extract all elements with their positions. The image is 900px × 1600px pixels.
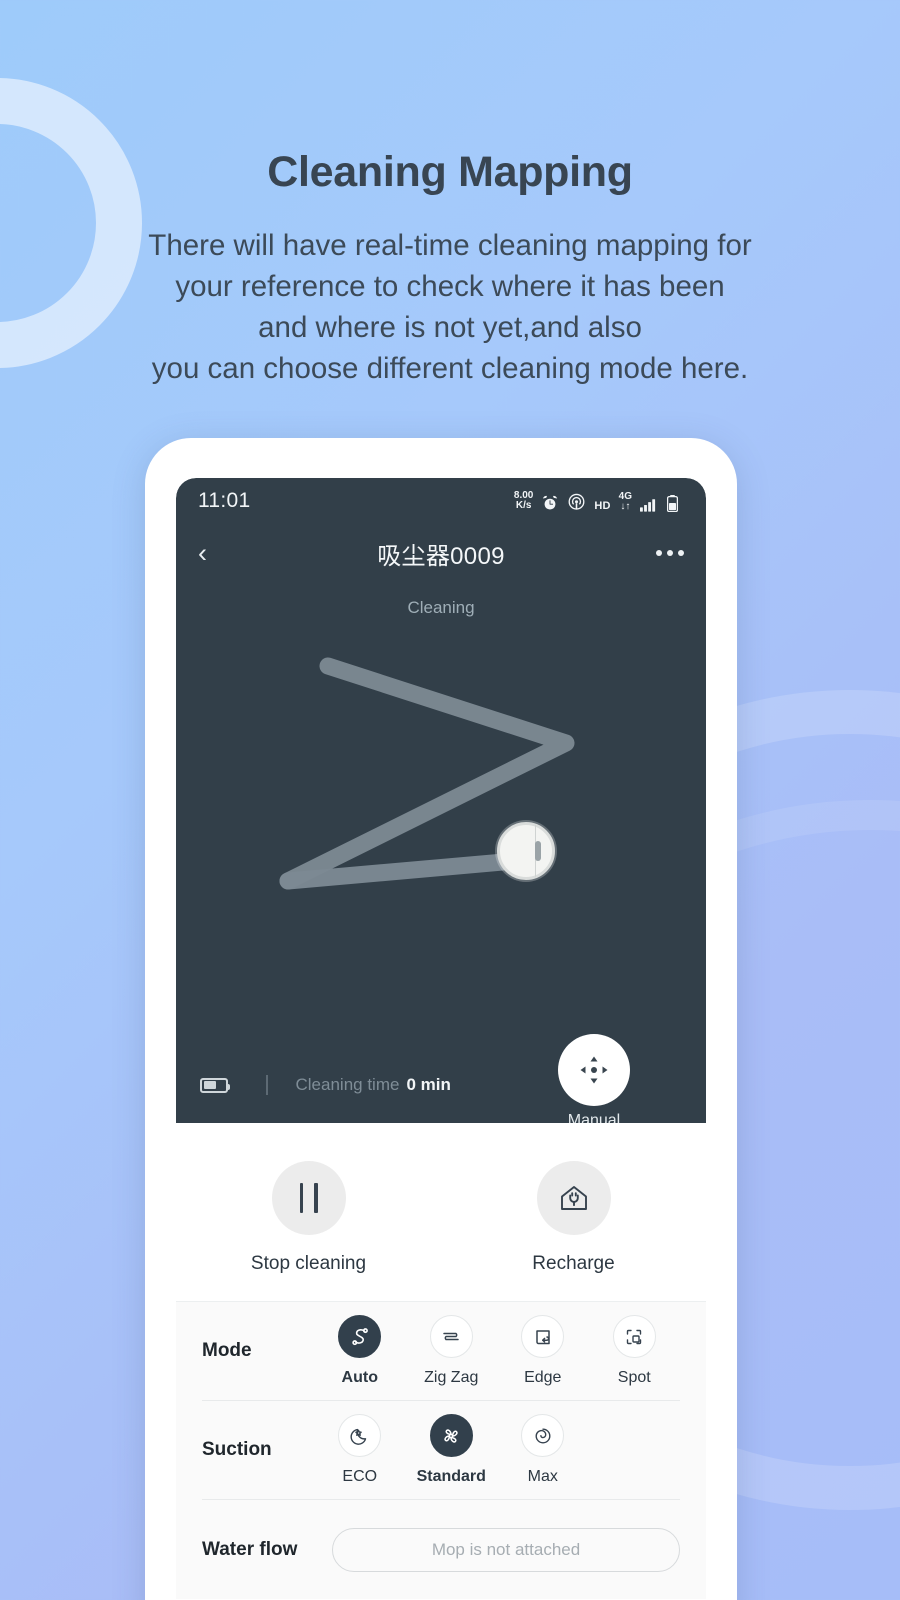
status-bar: 11:01 8.00 K/s HD 4G ↓↑ [176, 478, 706, 524]
battery-icon [200, 1077, 230, 1093]
settings-list: Mode Auto Zig Zag Edge Spot Suction ECO … [176, 1301, 706, 1599]
mode-option-auto[interactable]: Auto [314, 1315, 406, 1387]
promo-body: There will have real-time cleaning mappi… [0, 225, 900, 389]
device-name-title: 吸尘器0009 [377, 542, 505, 570]
mode-option-edge[interactable]: Edge [497, 1315, 589, 1387]
mode-option-zigzag[interactable]: Zig Zag [406, 1315, 498, 1387]
mode-option-spot[interactable]: Spot [589, 1315, 681, 1387]
status-bar-clock: 11:01 [198, 489, 251, 512]
data-transfer-arrows-icon: ↓↑ [620, 500, 631, 512]
mobile-network-indicator: 4G ↓↑ [619, 491, 632, 512]
mode-options: Auto Zig Zag Edge Spot [314, 1315, 680, 1387]
promo-body-line: and where is not yet,and also [258, 311, 642, 344]
cleaning-map[interactable] [176, 628, 706, 1048]
suction-option-max[interactable]: Max [497, 1414, 589, 1486]
cleaning-status-footer: Cleaning time 0 min [176, 1075, 706, 1095]
settings-row-suction: Suction ECO Standard Max [202, 1401, 680, 1500]
suction-row-label: Suction [202, 1439, 272, 1460]
network-speed-unit: K/s [515, 500, 532, 511]
mode-row-label: Mode [202, 1340, 252, 1361]
phone-mockup: 11:01 8.00 K/s HD 4G ↓↑ ‹ 吸尘器0009 Cleani… [145, 438, 737, 1600]
back-button[interactable]: ‹ [198, 539, 207, 567]
cleaning-time-value: 0 min [406, 1075, 451, 1094]
cleaning-state-label: Cleaning [407, 598, 475, 617]
mode-option-auto-label: Auto [341, 1369, 378, 1386]
auto-path-icon [338, 1315, 382, 1358]
network-speed-indicator: 8.00 K/s [513, 489, 534, 512]
phone-screen: 11:01 8.00 K/s HD 4G ↓↑ ‹ 吸尘器0009 Cleani… [176, 478, 706, 1600]
cleaning-time-label: Cleaning time [295, 1075, 400, 1094]
stop-cleaning-button[interactable]: Stop cleaning [176, 1161, 441, 1275]
recharge-home-icon [536, 1161, 611, 1235]
suction-option-eco[interactable]: ECO [314, 1414, 406, 1486]
suction-option-standard-label: Standard [416, 1468, 486, 1485]
suction-option-max-label: Max [527, 1468, 558, 1485]
map-panel: 11:01 8.00 K/s HD 4G ↓↑ ‹ 吸尘器0009 Cleani… [176, 478, 706, 1123]
primary-actions: Stop cleaning Recharge [176, 1123, 706, 1301]
recharge-button[interactable]: Recharge [441, 1161, 706, 1275]
spot-icon [612, 1315, 656, 1358]
edge-icon [521, 1315, 565, 1358]
robot-vacuum-icon [497, 822, 555, 880]
hotspot-icon [567, 493, 586, 512]
waterflow-row-label: Water flow [202, 1538, 298, 1560]
alarm-clock-icon [541, 494, 559, 512]
manual-control-label: Manual [567, 1112, 621, 1123]
more-options-icon[interactable] [656, 550, 684, 556]
spiral-icon [521, 1414, 565, 1457]
suction-options: ECO Standard Max [314, 1414, 680, 1486]
promo-body-line: your reference to check where it has bee… [175, 270, 725, 303]
mode-option-edge-label: Edge [524, 1369, 562, 1386]
stop-cleaning-label: Stop cleaning [250, 1253, 367, 1274]
settings-row-waterflow: Water flow Mop is not attached [202, 1500, 680, 1599]
settings-row-mode: Mode Auto Zig Zag Edge Spot [202, 1302, 680, 1401]
manual-control-button[interactable] [558, 1034, 630, 1106]
promo-section: Cleaning Mapping There will have real-ti… [0, 148, 900, 389]
zigzag-icon [429, 1315, 473, 1358]
moon-star-icon [338, 1414, 382, 1457]
promo-body-line: you can choose different cleaning mode h… [151, 352, 749, 385]
mode-option-spot-label: Spot [617, 1369, 651, 1386]
suction-option-standard[interactable]: Standard [406, 1414, 498, 1486]
app-navbar: ‹ 吸尘器0009 [176, 524, 706, 582]
hd-call-indicator: HD [594, 499, 611, 512]
status-bar-icons: 8.00 K/s HD 4G ↓↑ [513, 489, 678, 512]
waterflow-status-pill[interactable]: Mop is not attached [332, 1527, 680, 1572]
network-speed-value: 8.00 [513, 489, 534, 501]
promo-body-line: There will have real-time cleaning mappi… [148, 229, 752, 262]
cleaning-path-trace [279, 657, 575, 890]
recharge-label: Recharge [532, 1253, 615, 1274]
pause-icon [271, 1161, 346, 1235]
page-title: Cleaning Mapping [267, 148, 633, 196]
suction-option-eco-label: ECO [342, 1468, 378, 1485]
fan-icon [429, 1414, 473, 1457]
signal-bars-icon [640, 497, 659, 512]
battery-icon [667, 494, 678, 512]
mode-option-zigzag-label: Zig Zag [424, 1369, 479, 1386]
divider [266, 1075, 268, 1095]
